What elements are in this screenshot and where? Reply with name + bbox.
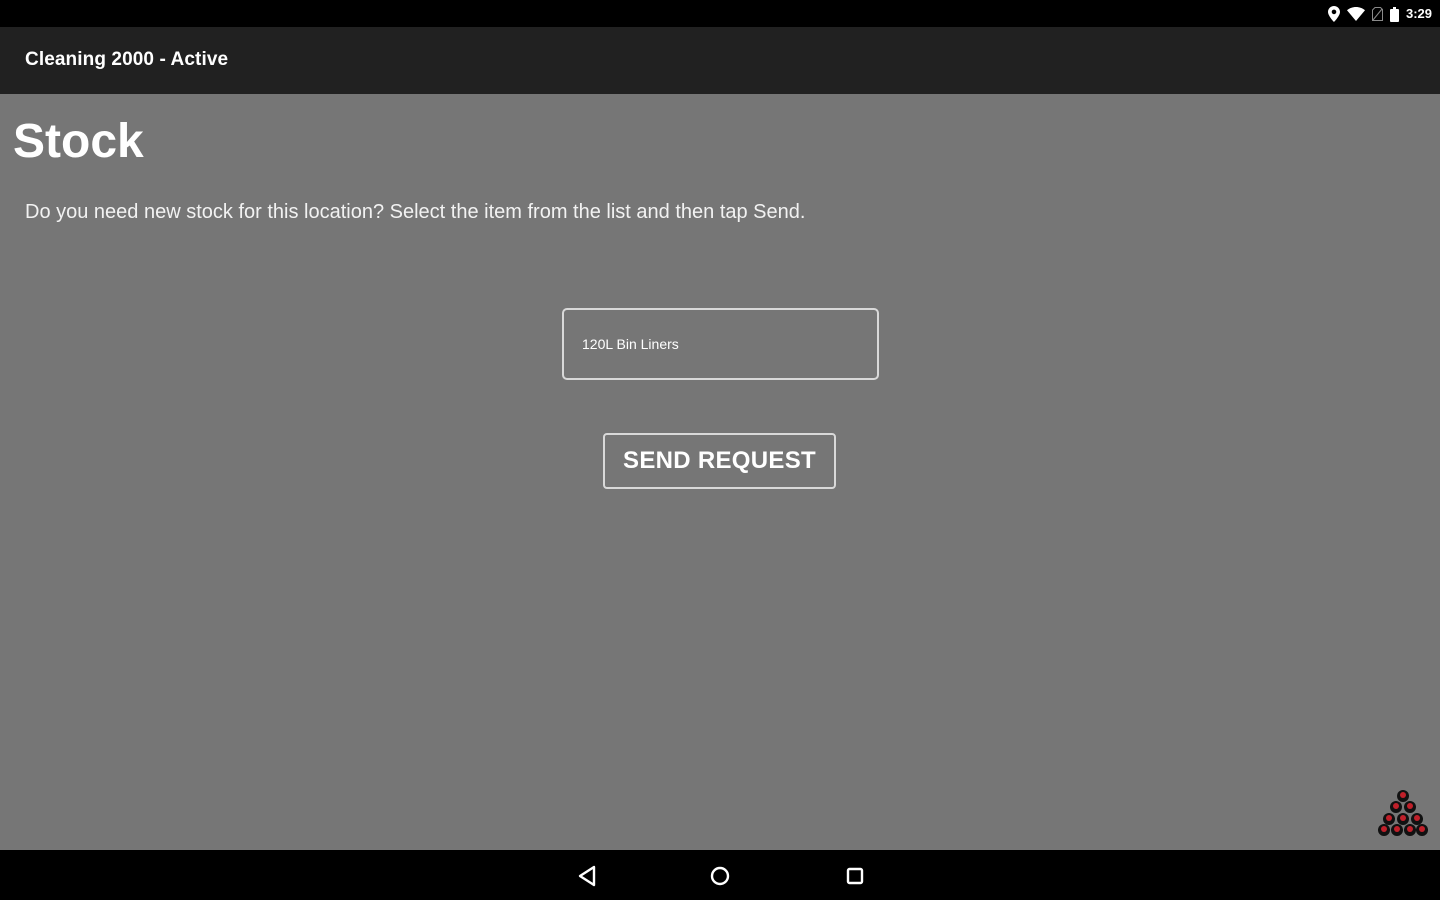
stock-item-selected-value: 120L Bin Liners — [582, 336, 679, 352]
instructions-text: Do you need new stock for this location?… — [25, 201, 806, 223]
send-request-button[interactable]: SEND REQUEST — [603, 433, 836, 489]
app-bar: Cleaning 2000 - Active — [0, 27, 1440, 94]
status-bar: 3:29 — [0, 0, 1440, 27]
recents-icon[interactable] — [842, 863, 868, 889]
app-title: Cleaning 2000 - Active — [25, 49, 229, 70]
back-icon[interactable] — [574, 863, 600, 889]
stock-item-select[interactable]: 120L Bin Liners — [562, 308, 879, 380]
status-icons: 3:29 — [1327, 4, 1432, 24]
location-icon — [1327, 6, 1340, 22]
wifi-icon — [1346, 7, 1365, 21]
home-icon[interactable] — [707, 863, 733, 889]
page-title: Stock — [13, 115, 144, 168]
navigation-bar — [0, 850, 1440, 900]
battery-icon — [1389, 6, 1399, 22]
status-time: 3:29 — [1405, 6, 1432, 21]
brand-logo-icon — [1376, 788, 1430, 838]
no-sim-icon — [1371, 7, 1383, 21]
